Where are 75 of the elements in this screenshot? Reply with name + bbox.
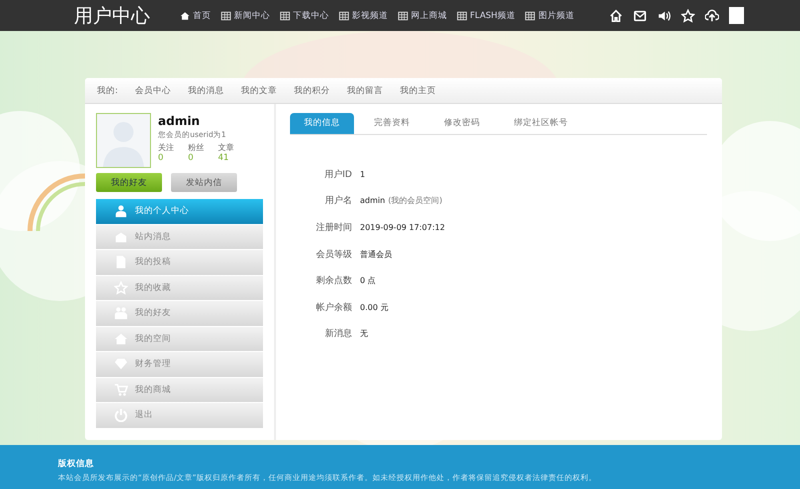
home-icon — [180, 10, 190, 20]
grid-icon — [221, 10, 231, 20]
avatar-icon — [97, 114, 150, 167]
field-value: 1 — [360, 170, 366, 179]
sidebar-item[interactable]: 退出 — [96, 403, 263, 428]
field-label: 用户ID — [323, 168, 352, 181]
mail-icon — [633, 8, 647, 22]
stat-label: 文章 — [218, 142, 234, 153]
cart-icon — [114, 382, 128, 397]
stat-label: 关注 — [158, 142, 174, 153]
nav-link[interactable]: 图片频道 — [525, 10, 574, 22]
sidebar-item[interactable]: 我的空间 — [96, 326, 263, 351]
stat-value: 0 — [158, 153, 164, 163]
field-value: 2019-09-09 17:07:12 — [360, 222, 445, 232]
sidebar-item[interactable]: 我的商城 — [96, 378, 263, 402]
power-icon — [114, 408, 128, 422]
people-icon — [114, 306, 128, 320]
star-icon — [681, 8, 695, 22]
user-icon — [114, 204, 128, 218]
nav-link[interactable]: 影视频道 — [339, 10, 388, 22]
sidebar-item[interactable]: 财务管理 — [96, 352, 263, 376]
field-label: 新消息 — [324, 328, 352, 340]
field-value: 0 点 — [360, 275, 376, 286]
user-name: admin — [158, 114, 201, 128]
star-icon — [114, 280, 128, 295]
subnav-link[interactable]: 我的消息 — [188, 84, 224, 96]
field-label: 剩余点数 — [315, 274, 352, 288]
stat-value: 41 — [218, 153, 230, 163]
field-label: 帐户余额 — [315, 302, 352, 314]
subnav-label: 我的: — [97, 84, 118, 96]
upload-icon — [705, 8, 719, 22]
sidebar-item[interactable]: 我的收藏 — [96, 276, 263, 300]
home-icon — [609, 8, 623, 22]
footer-title: 版权信息 — [58, 458, 95, 470]
subnav-link[interactable]: 我的积分 — [294, 84, 330, 96]
subnav-link[interactable]: 我的留言 — [346, 84, 383, 96]
tab[interactable]: 修改密码 — [430, 113, 494, 134]
sidebar-item[interactable]: 站内消息 — [96, 224, 263, 249]
field-label: 会员等级 — [315, 248, 352, 261]
diamond-icon — [114, 357, 128, 372]
house-icon — [114, 332, 128, 346]
sidebar-item[interactable]: 我的投稿 — [96, 250, 263, 274]
grid-icon — [339, 10, 349, 20]
tab[interactable]: 绑定社区帐号 — [500, 113, 582, 134]
subnav-link[interactable]: 我的文章 — [240, 84, 277, 96]
grid-icon — [457, 10, 467, 20]
field-value: 0.00 元 — [360, 302, 388, 313]
field-value: 无 — [360, 328, 368, 340]
sidebar-item[interactable]: 我的个人中心 — [96, 199, 263, 224]
speaker-icon — [657, 8, 671, 22]
document-icon — [114, 255, 128, 270]
stat-label: 粉丝 — [188, 142, 204, 153]
subnav-link[interactable]: 会员中心 — [134, 84, 171, 96]
field-label: 用户名 — [324, 194, 352, 208]
field-value: 普通会员 — [360, 248, 392, 260]
field-label: 注册时间 — [315, 222, 352, 234]
stat-value: 0 — [188, 153, 194, 163]
nav-link[interactable]: 网上商城 — [398, 10, 447, 22]
avatar-icon[interactable] — [729, 7, 744, 24]
nav-link[interactable]: FLASH频道 — [457, 10, 516, 22]
nav-link[interactable]: 新闻中心 — [221, 10, 270, 22]
nav-link[interactable]: 首页 — [180, 10, 211, 22]
sidebar-item[interactable]: 我的好友 — [96, 301, 263, 326]
site-title: 用户中心 — [74, 4, 151, 28]
grid-icon — [525, 10, 536, 20]
field-value: admin — [360, 196, 386, 206]
grid-icon — [398, 10, 408, 20]
grid-icon — [280, 10, 290, 20]
field-note: (我的会员空间) — [388, 195, 442, 206]
profile-button[interactable]: 我的好友 — [96, 173, 162, 192]
tab[interactable]: 完善资料 — [360, 113, 424, 134]
subnav-link[interactable]: 我的主页 — [400, 84, 436, 96]
nav-link[interactable]: 下载中心 — [280, 10, 329, 22]
tab[interactable]: 我的信息 — [290, 113, 354, 134]
profile-button[interactable]: 发站内信 — [171, 173, 237, 192]
